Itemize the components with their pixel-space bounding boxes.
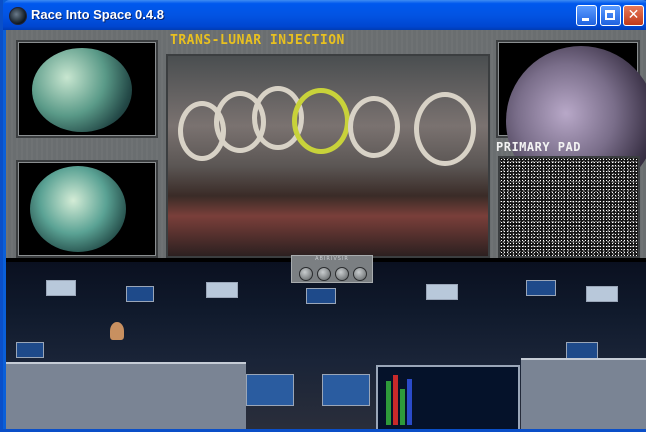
room-screen bbox=[306, 288, 336, 304]
moon-monitor bbox=[496, 40, 646, 196]
static-monitor bbox=[498, 156, 640, 258]
room-screen bbox=[426, 284, 458, 300]
telemetry-bar bbox=[393, 375, 398, 425]
game-viewport[interactable]: TRANS-LUNAR INJECTION PRIMARY PAD ABIRIV… bbox=[6, 30, 646, 429]
control-knob[interactable] bbox=[335, 267, 349, 281]
telemetry-screen bbox=[376, 365, 520, 429]
playback-control-panel: ABIRIVSIR bbox=[291, 255, 373, 283]
room-screen bbox=[46, 280, 76, 296]
telemetry-bar bbox=[407, 379, 412, 425]
close-button[interactable]: ✕ bbox=[623, 5, 644, 26]
title-bar[interactable]: Race Into Space 0.4.8 ✕ bbox=[3, 0, 646, 30]
minimize-button[interactable] bbox=[576, 5, 597, 26]
controller-figure bbox=[110, 322, 124, 340]
app-icon bbox=[9, 7, 27, 25]
minimize-icon bbox=[582, 18, 589, 21]
console-desk bbox=[6, 362, 246, 429]
maximize-button[interactable] bbox=[600, 5, 621, 26]
telemetry-bar bbox=[400, 389, 405, 425]
control-knob[interactable] bbox=[299, 267, 313, 281]
control-knob[interactable] bbox=[317, 267, 331, 281]
mission-title: TRANS-LUNAR INJECTION bbox=[170, 33, 345, 48]
mission-console: TRANS-LUNAR INJECTION PRIMARY PAD bbox=[6, 30, 646, 258]
room-screen bbox=[206, 282, 238, 298]
control-panel-label: ABIRIVSIR bbox=[315, 256, 349, 262]
docking-ring-active bbox=[292, 88, 350, 154]
desk-screen bbox=[246, 374, 294, 406]
maximize-icon bbox=[605, 10, 615, 20]
desk-screen bbox=[322, 374, 370, 406]
console-desk bbox=[521, 358, 646, 429]
room-screen bbox=[16, 342, 44, 358]
earth-monitor-bottom-left bbox=[16, 160, 158, 258]
earth-image bbox=[32, 48, 132, 132]
app-window: Race Into Space 0.4.8 ✕ TRANS-LUNAR INJE… bbox=[0, 0, 646, 432]
telemetry-bar bbox=[386, 381, 391, 425]
earth-monitor-top-left bbox=[16, 40, 158, 138]
rendezvous-video-feed bbox=[166, 54, 490, 258]
window-title: Race Into Space 0.4.8 bbox=[31, 7, 164, 22]
pad-label: PRIMARY PAD bbox=[496, 140, 581, 154]
control-knob[interactable] bbox=[353, 267, 367, 281]
mission-control-room bbox=[6, 262, 646, 429]
close-icon: ✕ bbox=[627, 7, 640, 23]
docking-ring bbox=[414, 92, 476, 166]
earth-image bbox=[30, 166, 126, 252]
room-screen bbox=[526, 280, 556, 296]
room-screen bbox=[126, 286, 154, 302]
room-screen bbox=[586, 286, 618, 302]
docking-ring bbox=[348, 96, 400, 158]
